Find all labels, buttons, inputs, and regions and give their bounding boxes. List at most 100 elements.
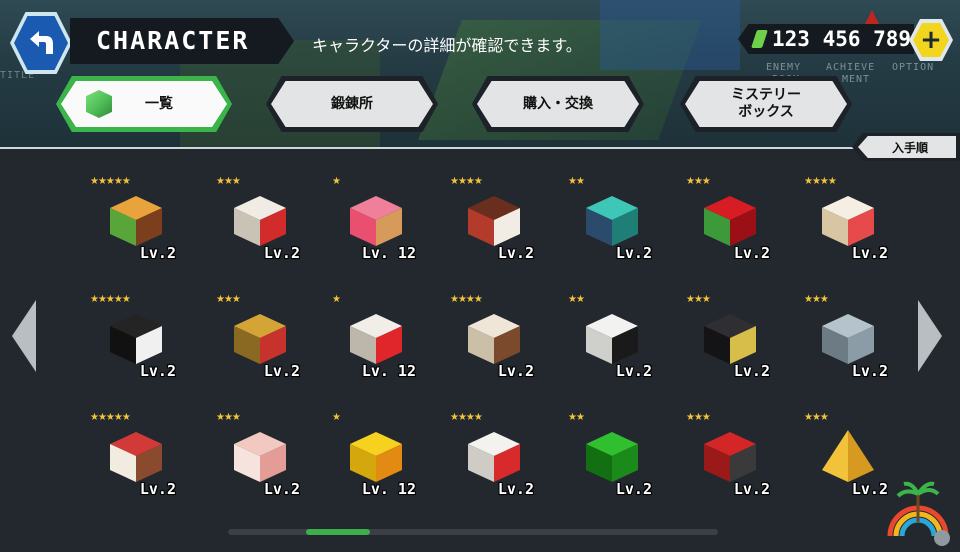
enemy-book-nav-label[interactable]: ENEMY bbox=[766, 62, 801, 73]
rarity-stars: ★★★★ bbox=[450, 294, 483, 305]
rarity-stars: ★★★★ bbox=[450, 412, 483, 423]
scrollbar-track[interactable] bbox=[228, 529, 718, 535]
rarity-stars: ★★★ bbox=[216, 412, 241, 423]
character-card[interactable]: ★★★ Lv.2 bbox=[208, 176, 304, 282]
character-card[interactable]: ★★★★ Lv.2 bbox=[442, 412, 538, 518]
rarity-stars: ★★★ bbox=[216, 176, 241, 187]
header-background-art bbox=[600, 0, 740, 70]
strawberry-cake-icon bbox=[110, 432, 162, 482]
character-card[interactable]: ★ Lv. 12 bbox=[324, 294, 420, 400]
character-level: Lv.2 bbox=[615, 244, 652, 262]
achievement-nav-label[interactable]: ACHIEVE bbox=[826, 62, 875, 73]
rarity-stars: ★★★★ bbox=[450, 176, 483, 187]
rarity-stars: ★ bbox=[332, 294, 341, 305]
currency-value: 123 456 789 bbox=[772, 27, 912, 51]
rarity-stars: ★★★★★ bbox=[90, 294, 131, 305]
character-card[interactable]: ★★★★ Lv.2 bbox=[442, 176, 538, 282]
character-card[interactable]: ★★ Lv.2 bbox=[560, 412, 656, 518]
character-level: Lv.2 bbox=[615, 480, 652, 498]
character-card[interactable]: ★★★★ Lv.2 bbox=[796, 176, 892, 282]
chicken-icon bbox=[468, 432, 520, 482]
character-level: Lv. 12 bbox=[361, 480, 416, 498]
scrollbar-thumb[interactable] bbox=[306, 529, 370, 535]
frog-icon bbox=[586, 432, 638, 482]
sort-label: 入手順 bbox=[858, 136, 956, 158]
character-card[interactable]: ★ Lv. 12 bbox=[324, 176, 420, 282]
tab-shop-label: 購入・交換 bbox=[523, 95, 593, 112]
character-card[interactable]: ★★★★★ Lv.2 bbox=[84, 412, 180, 518]
option-nav-label[interactable]: OPTION bbox=[892, 62, 934, 73]
hamburger-icon bbox=[110, 196, 162, 246]
character-level: Lv. 12 bbox=[361, 244, 416, 262]
gift-box-icon bbox=[234, 196, 286, 246]
character-level: Lv.2 bbox=[263, 480, 300, 498]
panda-icon bbox=[586, 314, 638, 364]
rarity-stars: ★ bbox=[332, 412, 341, 423]
rarity-stars: ★★ bbox=[568, 294, 585, 305]
tab-list-label: 一覧 bbox=[145, 95, 173, 112]
character-level: Lv.2 bbox=[497, 480, 534, 498]
character-level: Lv.2 bbox=[497, 362, 534, 380]
rarity-stars: ★★★★★ bbox=[90, 176, 131, 187]
sort-button[interactable]: 入手順 bbox=[852, 133, 960, 161]
coffee-cup-icon bbox=[468, 314, 520, 364]
character-card[interactable]: ★★★ Lv.2 bbox=[678, 176, 774, 282]
character-level: Lv.2 bbox=[615, 362, 652, 380]
character-level: Lv.2 bbox=[733, 244, 770, 262]
chick-icon bbox=[350, 432, 402, 482]
character-card[interactable]: ★★ Lv.2 bbox=[560, 176, 656, 282]
character-card[interactable]: ★★★ Lv.2 bbox=[678, 294, 774, 400]
elephant-icon bbox=[822, 314, 874, 364]
hay-bale-icon bbox=[234, 314, 286, 364]
tab-training[interactable]: 鍛錬所 bbox=[266, 76, 438, 132]
character-level: Lv.2 bbox=[263, 362, 300, 380]
site-logo-icon bbox=[887, 481, 950, 546]
rarity-stars: ★★★ bbox=[686, 176, 711, 187]
character-level: Lv. 12 bbox=[361, 362, 416, 380]
rarity-stars: ★ bbox=[332, 176, 341, 187]
character-card[interactable]: ★★ Lv.2 bbox=[560, 294, 656, 400]
laptop-icon bbox=[704, 314, 756, 364]
character-level: Lv.2 bbox=[139, 244, 176, 262]
tab-mystery-box-label: ミステリー ボックス bbox=[731, 87, 801, 120]
character-grid: ★★★★★ Lv.2 ★★★ Lv.2 ★ Lv. 12 ★★★★ Lv.2 ★★ Lv.2 ★★★… bbox=[0, 170, 960, 510]
tv-icon bbox=[704, 432, 756, 482]
character-card[interactable]: ★★★ Lv.2 bbox=[796, 294, 892, 400]
character-level: Lv.2 bbox=[497, 244, 534, 262]
donut-icon bbox=[350, 196, 402, 246]
rarity-stars: ★★★★★ bbox=[90, 412, 131, 423]
pyramid-icon bbox=[822, 430, 874, 482]
cow-icon bbox=[110, 314, 162, 364]
tab-shop[interactable]: 購入・交換 bbox=[472, 76, 644, 132]
character-level: Lv.2 bbox=[139, 480, 176, 498]
rarity-stars: ★★★ bbox=[686, 294, 711, 305]
character-card[interactable]: ★★★★ Lv.2 bbox=[442, 294, 538, 400]
rarity-stars: ★★ bbox=[568, 176, 585, 187]
character-card[interactable]: ★★★ Lv.2 bbox=[208, 412, 304, 518]
page-subtitle: キャラクターの詳細が確認できます。 bbox=[312, 36, 582, 55]
character-card[interactable]: ★ Lv. 12 bbox=[324, 412, 420, 518]
tab-list[interactable]: 一覧 bbox=[56, 76, 232, 132]
page-title: CHARACTER bbox=[96, 26, 250, 55]
tab-mystery-box[interactable]: ミステリー ボックス bbox=[680, 76, 852, 132]
apple-icon bbox=[704, 196, 756, 246]
character-card[interactable]: ★★★★★ Lv.2 bbox=[84, 294, 180, 400]
character-card[interactable]: ★★★ Lv.2 bbox=[678, 412, 774, 518]
tab-training-label: 鍛錬所 bbox=[331, 95, 373, 112]
character-card[interactable]: ★★★★★ Lv.2 bbox=[84, 176, 180, 282]
plus-icon: + bbox=[913, 23, 949, 57]
character-level: Lv.2 bbox=[263, 244, 300, 262]
character-level: Lv.2 bbox=[851, 244, 888, 262]
rabbit-icon bbox=[234, 432, 286, 482]
character-level: Lv.2 bbox=[851, 362, 888, 380]
strawberry-shortcake-icon bbox=[822, 196, 874, 246]
rarity-stars: ★★★ bbox=[804, 294, 829, 305]
rarity-stars: ★★★ bbox=[216, 294, 241, 305]
teal-robot-icon bbox=[586, 196, 638, 246]
header-divider bbox=[0, 147, 960, 149]
character-level: Lv.2 bbox=[733, 480, 770, 498]
rarity-stars: ★★★★ bbox=[804, 176, 837, 187]
character-card[interactable]: ★★★ Lv.2 bbox=[208, 294, 304, 400]
rarity-stars: ★★★ bbox=[804, 412, 829, 423]
character-card[interactable]: ★★★ Lv.2 bbox=[796, 412, 892, 518]
